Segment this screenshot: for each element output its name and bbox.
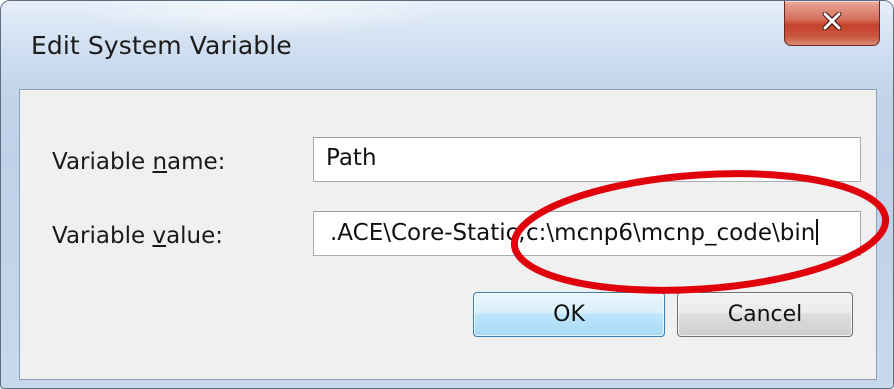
cancel-button[interactable]: Cancel (677, 292, 853, 337)
close-button[interactable] (784, 1, 880, 46)
variable-name-label: Variable name: (52, 149, 226, 175)
title-bar[interactable]: Edit System Variable (1, 1, 893, 89)
variable-value-input[interactable]: .ACE\Core-Static;c:\mcnp6\mcnp_code\bin (313, 211, 861, 256)
dialog-title: Edit System Variable (31, 31, 292, 60)
text-caret (816, 219, 819, 245)
variable-name-input[interactable]: Path (313, 137, 861, 182)
close-icon (822, 12, 842, 30)
variable-value-label: Variable value: (52, 223, 224, 249)
ok-button[interactable]: OK (473, 292, 665, 337)
